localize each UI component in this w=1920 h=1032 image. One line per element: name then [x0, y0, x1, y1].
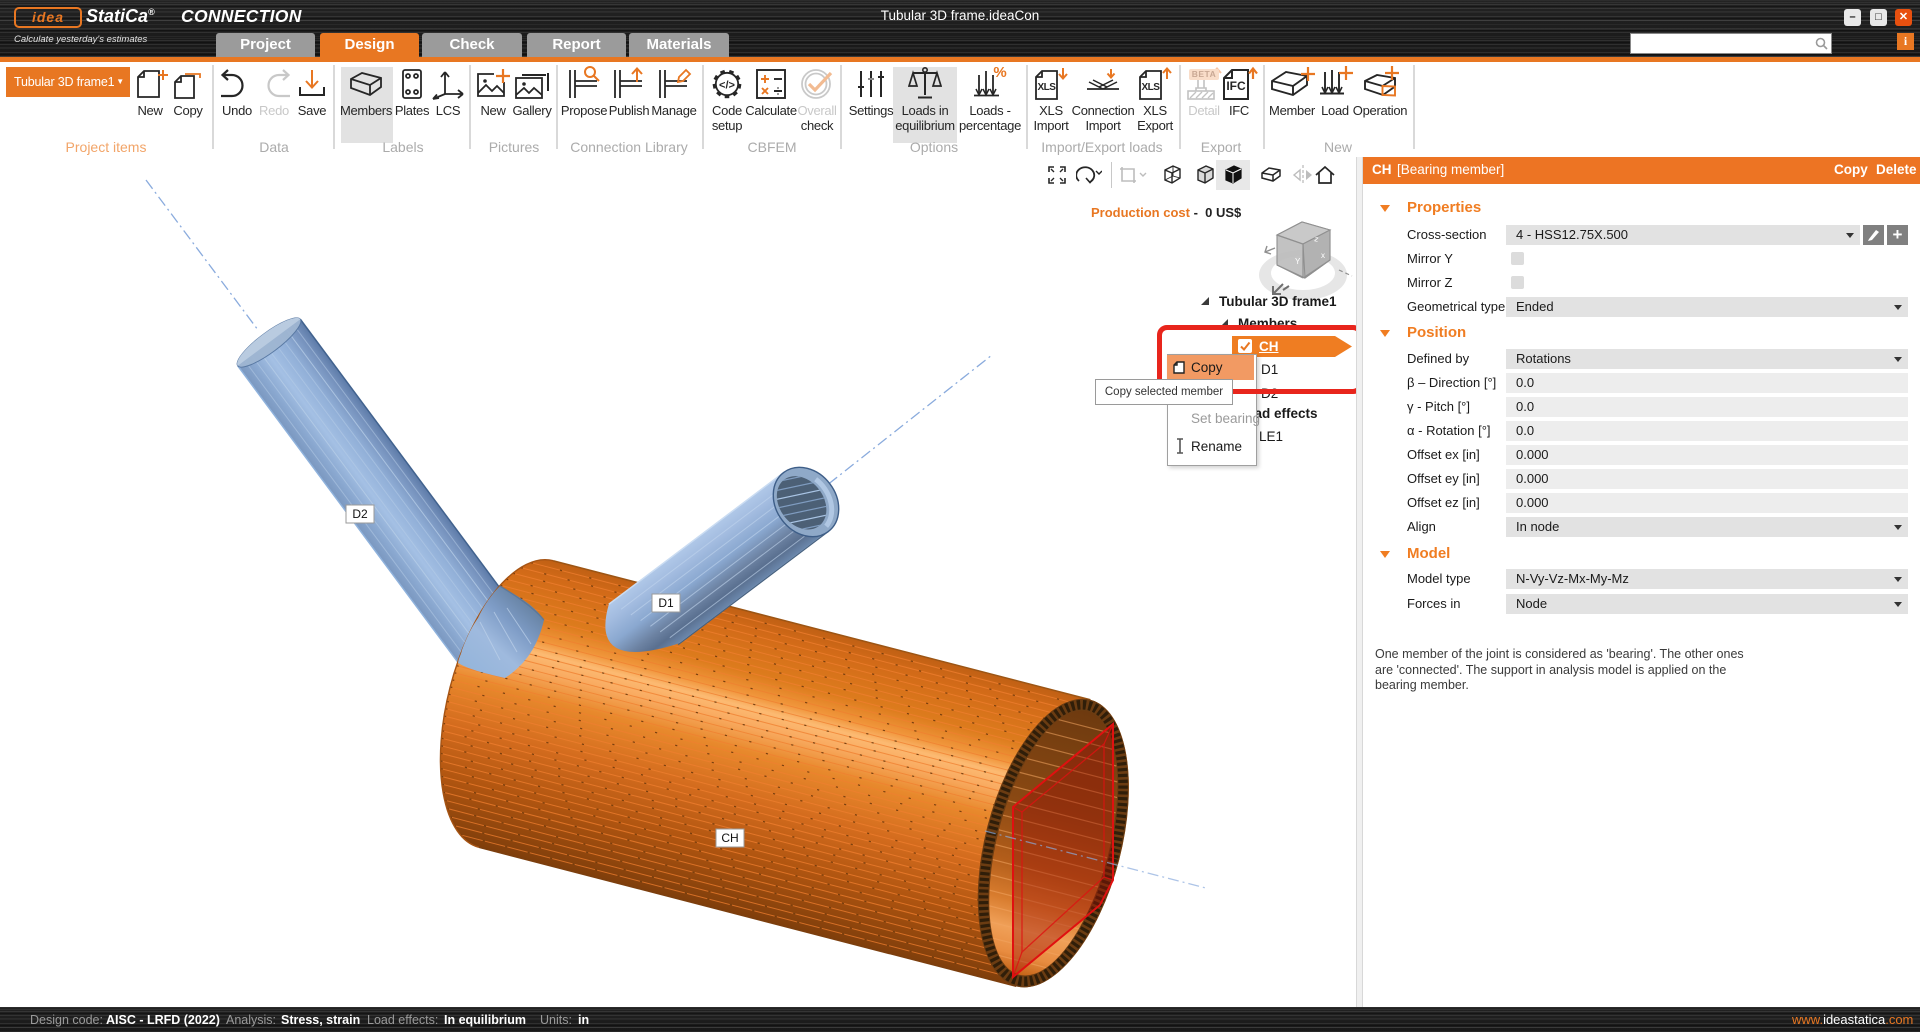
svg-text:IFC: IFC [1226, 79, 1246, 93]
svg-text:Y: Y [1295, 257, 1301, 266]
svg-text:CH: CH [721, 831, 738, 845]
svg-text:D1: D1 [658, 596, 674, 610]
svg-text:XLS: XLS [1142, 82, 1161, 93]
svg-text:%: % [993, 64, 1006, 81]
svg-text:XLS: XLS [1038, 82, 1057, 93]
svg-text:x: x [1321, 251, 1325, 260]
svg-text:D2: D2 [352, 507, 368, 521]
